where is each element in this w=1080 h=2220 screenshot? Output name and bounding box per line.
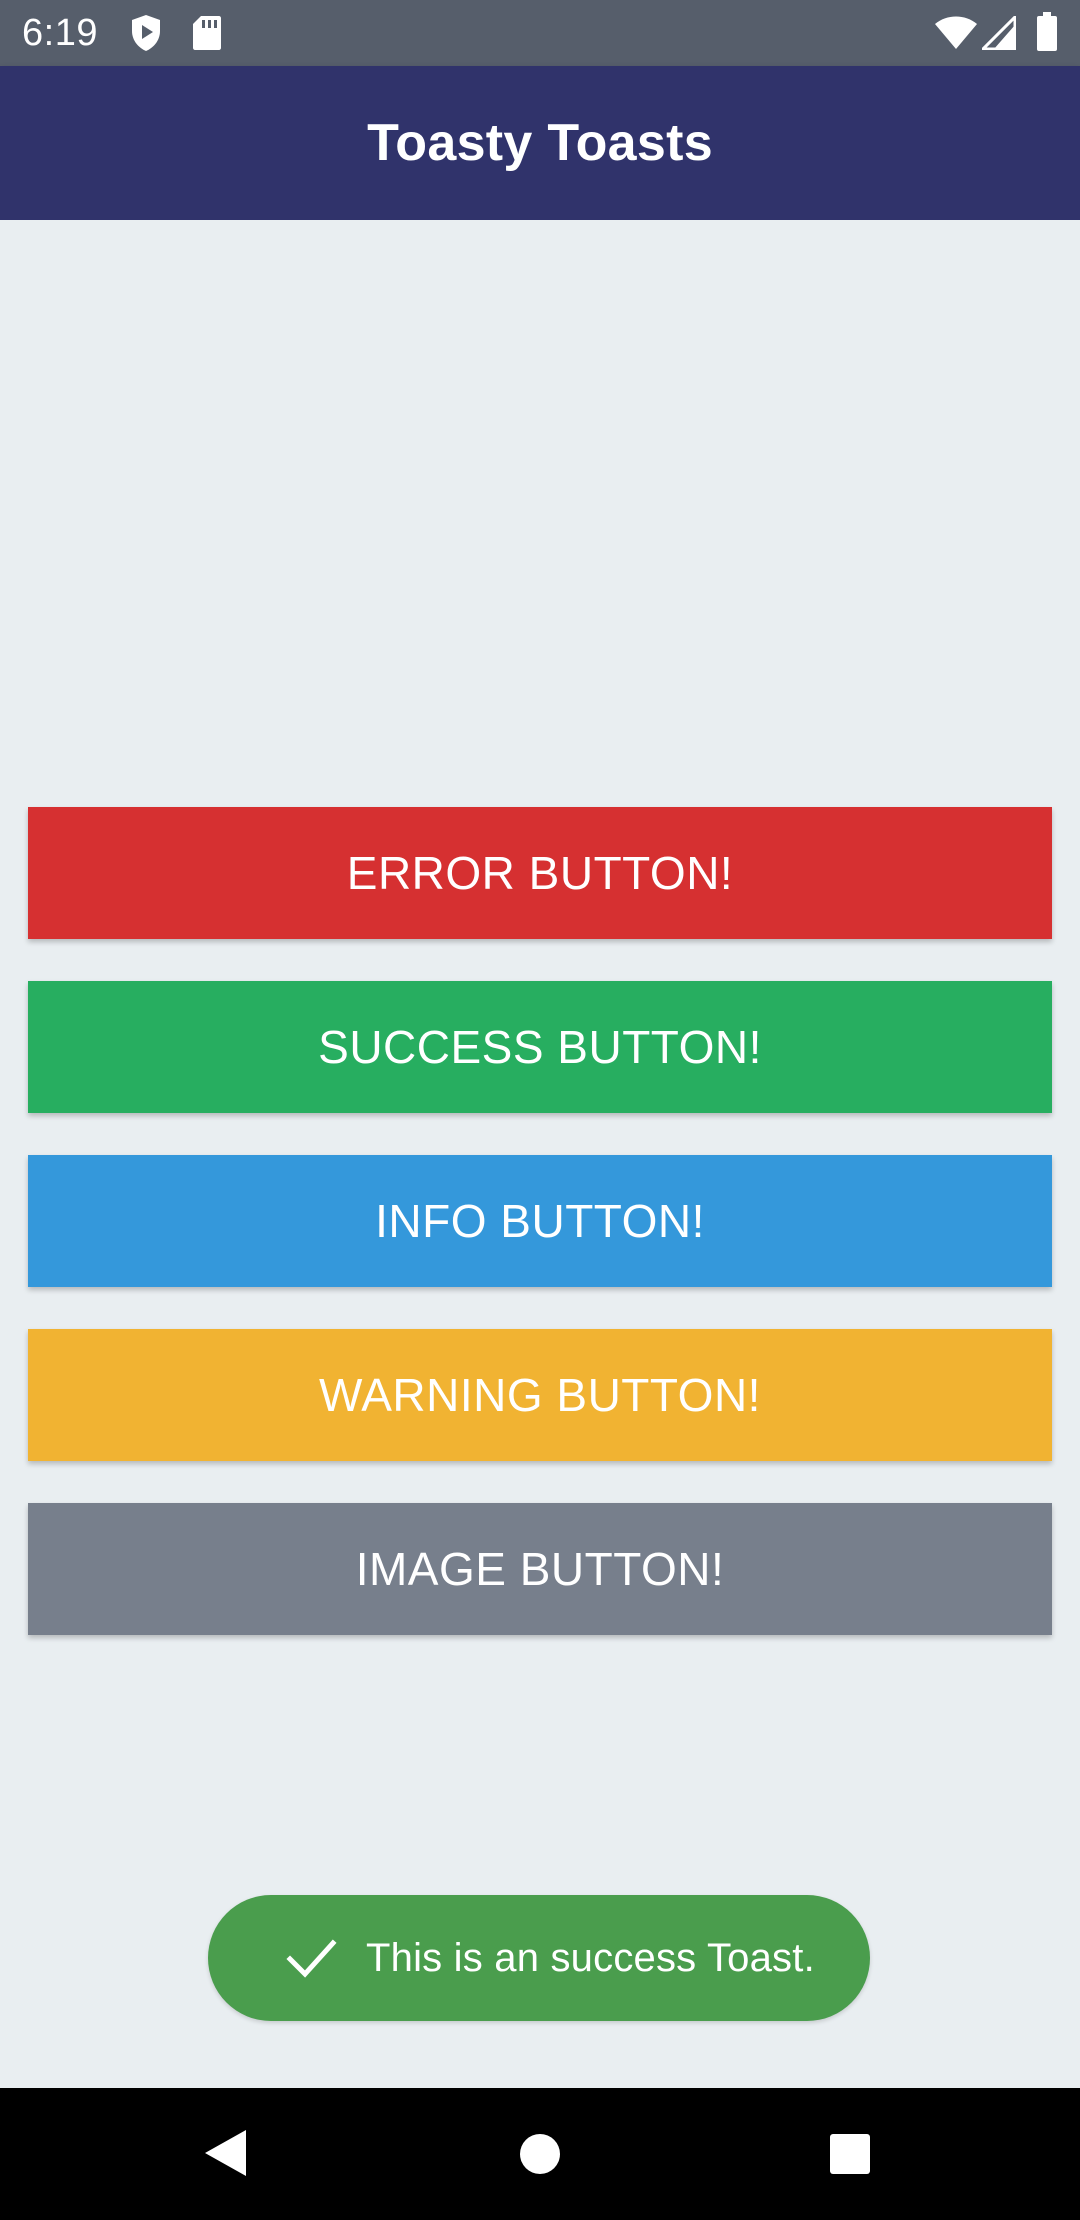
shield-play-icon bbox=[132, 15, 160, 51]
status-time: 6:19 bbox=[22, 12, 98, 54]
battery-icon bbox=[1037, 12, 1057, 51]
info-button-label: INFO BUTTON! bbox=[375, 1195, 705, 1247]
success-button-label: SUCCESS BUTTON! bbox=[318, 1021, 762, 1073]
navigation-bar bbox=[0, 2088, 1080, 2220]
home-icon[interactable] bbox=[519, 2133, 561, 2175]
app-title: Toasty Toasts bbox=[367, 114, 713, 172]
sd-card-icon bbox=[193, 16, 221, 50]
main-content: ERROR BUTTON! SUCCESS BUTTON! INFO BUTTO… bbox=[0, 220, 1080, 2088]
error-button-label: ERROR BUTTON! bbox=[346, 847, 734, 899]
checkmark-icon bbox=[286, 1939, 337, 1978]
image-button-label: IMAGE BUTTON! bbox=[355, 1543, 725, 1595]
image-button[interactable]: IMAGE BUTTON! bbox=[28, 1503, 1052, 1635]
cellular-signal-icon bbox=[982, 16, 1016, 50]
info-button[interactable]: INFO BUTTON! bbox=[28, 1155, 1052, 1287]
recents-icon[interactable] bbox=[829, 2133, 871, 2175]
app-bar: Toasty Toasts bbox=[0, 66, 1080, 220]
back-icon[interactable] bbox=[202, 2128, 248, 2178]
warning-button[interactable]: WARNING BUTTON! bbox=[28, 1329, 1052, 1461]
warning-button-label: WARNING BUTTON! bbox=[319, 1369, 761, 1421]
error-button[interactable]: ERROR BUTTON! bbox=[28, 807, 1052, 939]
success-toast: This is an success Toast. bbox=[208, 1895, 870, 2021]
status-bar: 6:19 bbox=[0, 0, 1080, 66]
toast-message: This is an success Toast. bbox=[366, 1935, 815, 1980]
wifi-icon bbox=[935, 16, 977, 49]
success-button[interactable]: SUCCESS BUTTON! bbox=[28, 981, 1052, 1113]
